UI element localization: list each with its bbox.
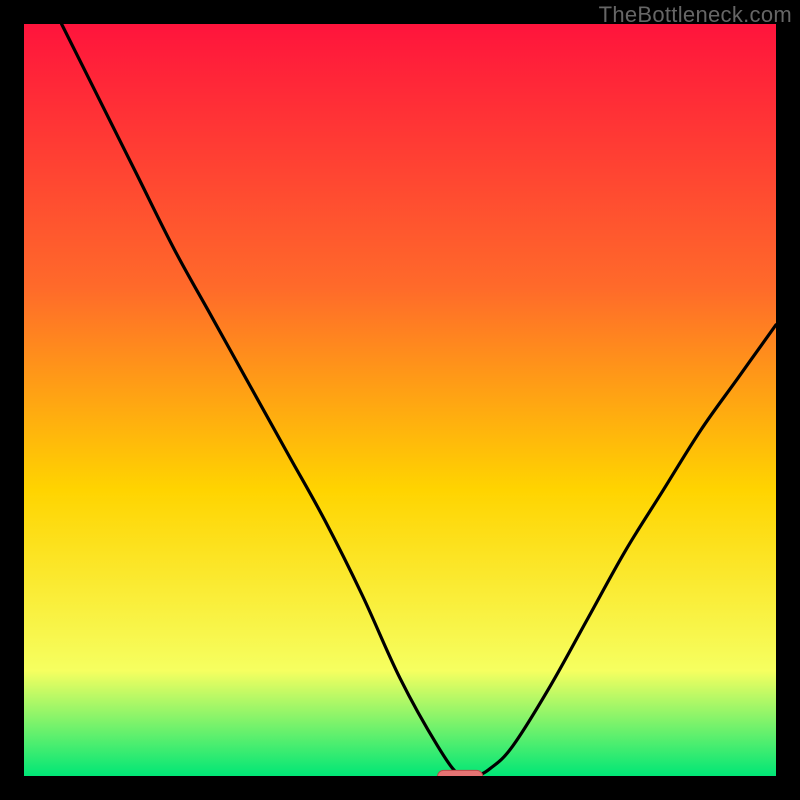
chart-frame: TheBottleneck.com xyxy=(0,0,800,800)
optimal-marker xyxy=(438,770,483,776)
gradient-background xyxy=(24,24,776,776)
bottleneck-plot xyxy=(24,24,776,776)
